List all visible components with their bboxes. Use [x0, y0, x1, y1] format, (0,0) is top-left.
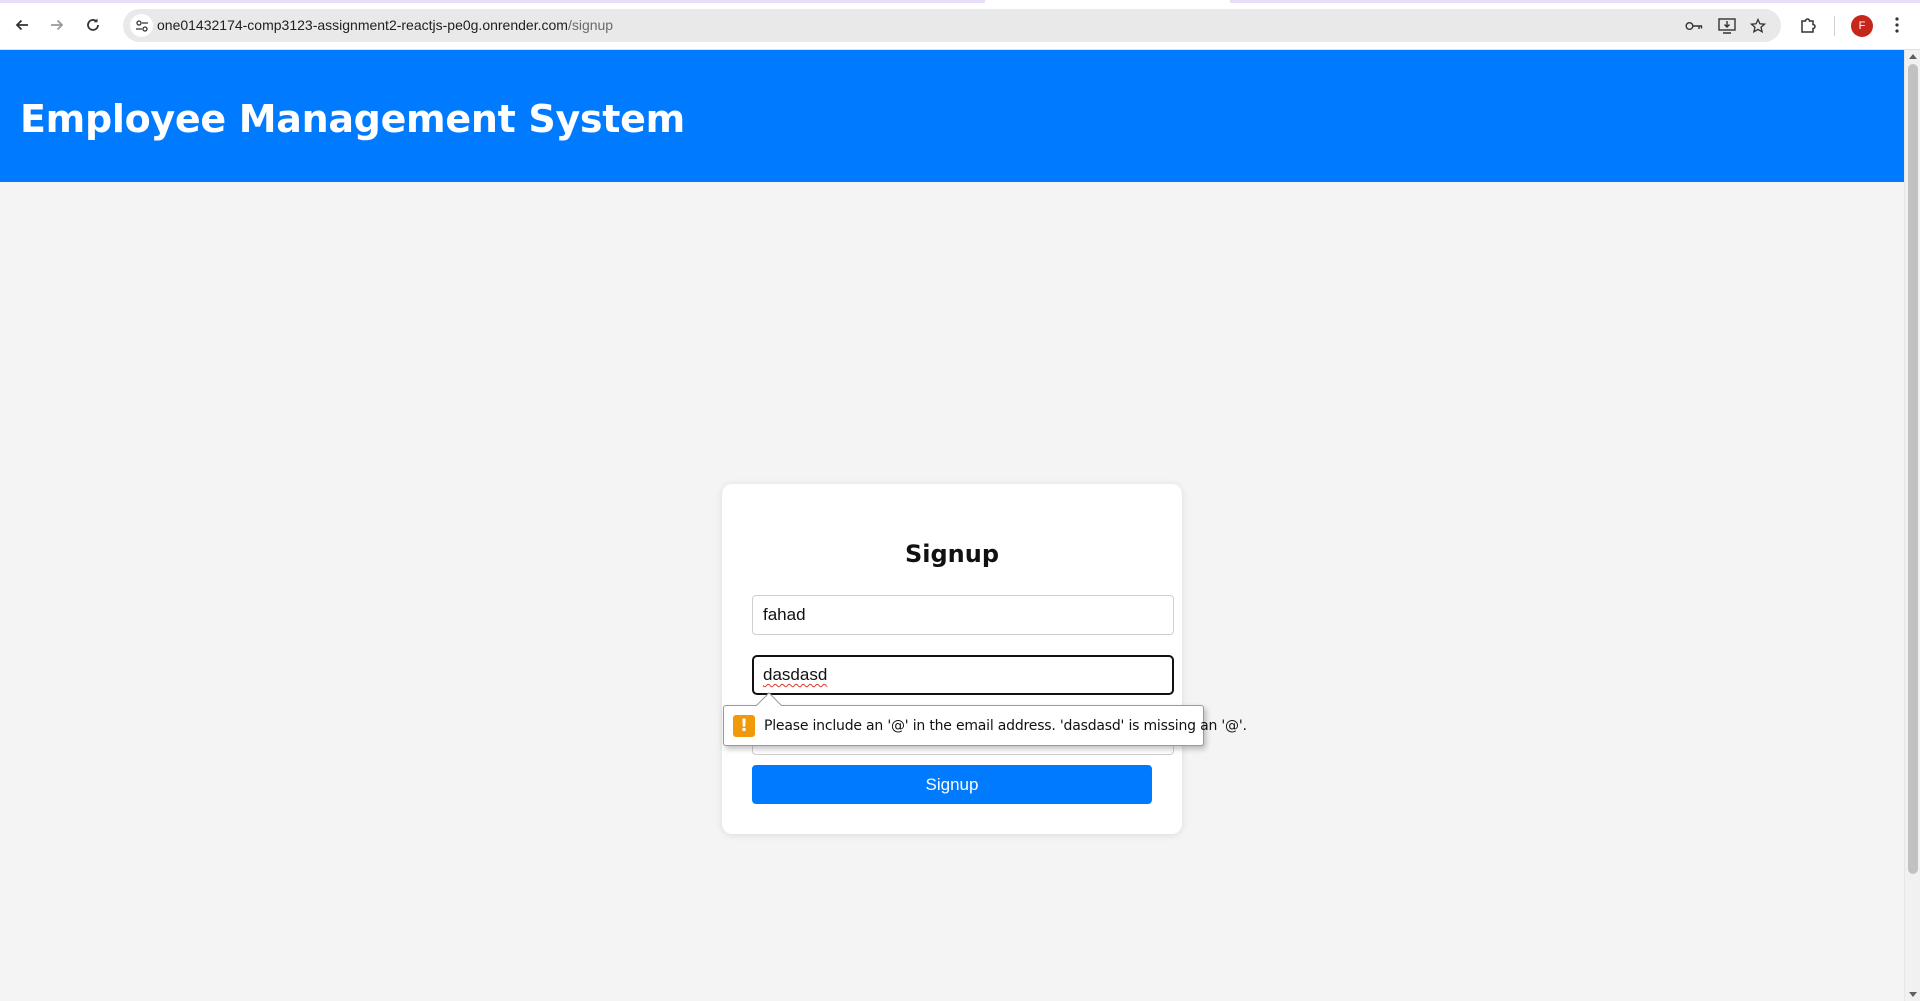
vertical-scrollbar[interactable] — [1904, 50, 1920, 1001]
signup-button[interactable]: Signup — [752, 765, 1152, 804]
validation-tooltip: ! Please include an '@' in the email add… — [723, 692, 1247, 746]
back-button[interactable] — [9, 12, 35, 38]
profile-avatar[interactable]: F — [1851, 15, 1873, 37]
more-vert-icon[interactable] — [1885, 13, 1909, 37]
puzzle-icon[interactable] — [1796, 13, 1820, 37]
scroll-thumb[interactable] — [1908, 64, 1918, 874]
app-header: Employee Management System — [0, 50, 1904, 182]
url-text[interactable]: one01432174-comp3123-assignment2-reactjs… — [157, 17, 613, 33]
app-title: Employee Management System — [20, 97, 685, 141]
reload-button[interactable] — [80, 12, 106, 38]
scroll-down-arrow[interactable] — [1909, 992, 1917, 997]
scroll-up-arrow[interactable] — [1909, 54, 1917, 59]
reload-icon — [87, 18, 99, 31]
signup-card: Signup fahad dasdasd Signup — [722, 484, 1182, 834]
key-icon[interactable] — [1683, 15, 1705, 37]
page-viewport: Employee Management System Signup fahad … — [0, 50, 1904, 1001]
toolbar-divider — [1834, 16, 1835, 36]
browser-toolbar: one01432174-comp3123-assignment2-reactjs… — [0, 0, 1920, 50]
tab-strip-edge — [0, 0, 1920, 3]
signup-title: Signup — [904, 540, 1000, 568]
star-icon[interactable] — [1747, 15, 1769, 37]
username-input[interactable]: fahad — [752, 595, 1174, 635]
url-host: one01432174-comp3123-assignment2-reactjs… — [157, 17, 568, 33]
warning-icon: ! — [733, 715, 755, 737]
email-input[interactable]: dasdasd — [752, 655, 1174, 695]
arrow-left-icon — [15, 19, 28, 31]
address-bar[interactable]: one01432174-comp3123-assignment2-reactjs… — [123, 9, 1781, 42]
forward-button[interactable] — [44, 12, 70, 38]
email-input-value: dasdasd — [763, 665, 828, 684]
url-path: /signup — [567, 17, 614, 33]
install-app-icon[interactable] — [1716, 15, 1738, 37]
validation-message: Please include an '@' in the email addre… — [764, 718, 1247, 734]
site-settings-icon[interactable] — [130, 14, 153, 37]
arrow-right-icon — [51, 19, 64, 31]
